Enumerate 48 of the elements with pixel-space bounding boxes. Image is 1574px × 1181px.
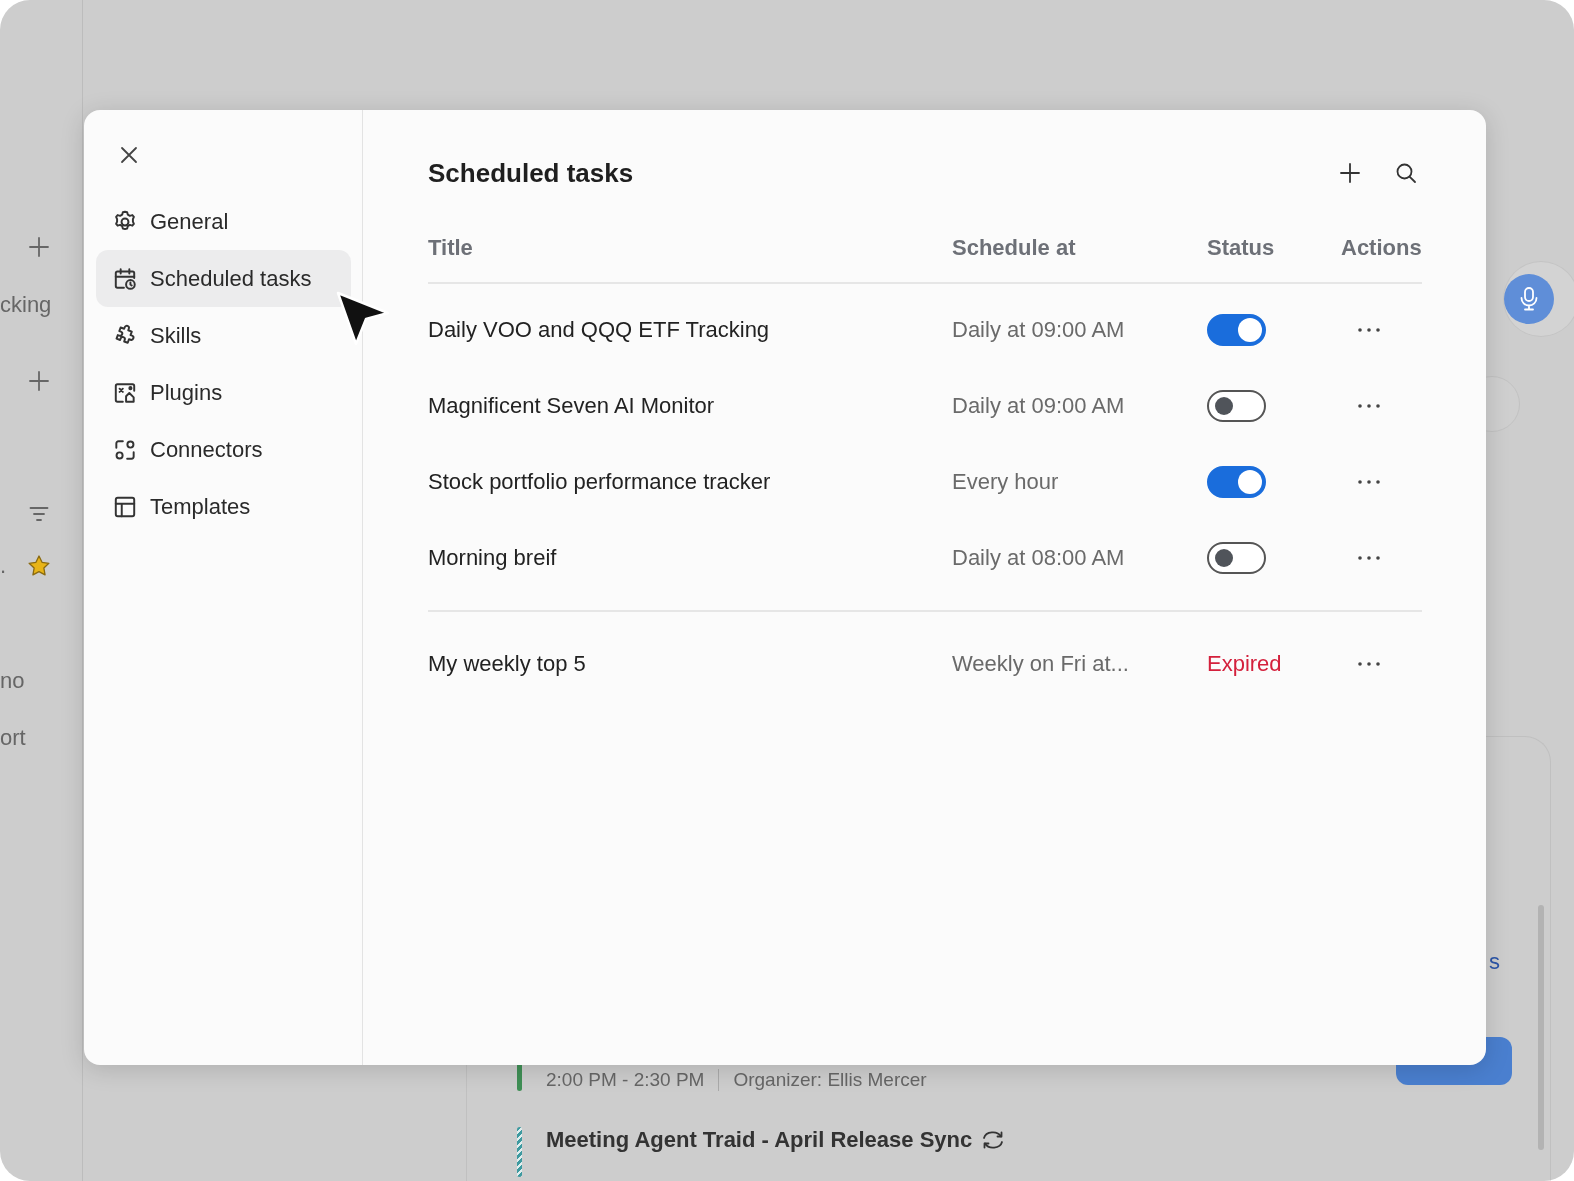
nav-item[interactable]: Plugins bbox=[96, 364, 351, 421]
more-icon bbox=[1357, 327, 1381, 333]
task-title: Daily VOO and QQQ ETF Tracking bbox=[428, 317, 771, 343]
close-icon bbox=[119, 145, 139, 165]
calendar-clock-icon bbox=[112, 265, 138, 292]
column-header: Schedule at bbox=[952, 234, 1077, 261]
schedule-text: Daily at 08:00 AM bbox=[952, 545, 1126, 571]
status-label: Expired bbox=[1207, 651, 1282, 677]
meeting-organizer: Organizer: Ellis Mercer bbox=[732, 1069, 927, 1091]
plus-icon[interactable] bbox=[27, 235, 51, 259]
nav-item[interactable]: General bbox=[96, 193, 351, 250]
meeting-time: 2:00 PM - 2:30 PM bbox=[546, 1069, 720, 1091]
scrollbar-thumb[interactable] bbox=[1538, 905, 1544, 1150]
toggle-switch[interactable] bbox=[1207, 466, 1266, 498]
meeting-title[interactable]: Meeting Agent Traid - April Release Sync bbox=[546, 1127, 973, 1153]
schedule-text: Every hour bbox=[952, 469, 1060, 495]
link[interactable]: s bbox=[1489, 949, 1500, 975]
task-title: Morning breif bbox=[428, 545, 558, 571]
item-label[interactable]: . bbox=[0, 553, 26, 579]
search-icon bbox=[1394, 161, 1418, 185]
plus-icon bbox=[1338, 161, 1362, 185]
task-title: My weekly top 5 bbox=[428, 651, 587, 677]
plus-icon[interactable] bbox=[27, 369, 51, 393]
nav-item[interactable]: Scheduled tasks bbox=[96, 250, 351, 307]
column-header: Status bbox=[1207, 234, 1276, 261]
mic-button[interactable] bbox=[1504, 274, 1554, 324]
schedule-text: Daily at 09:00 AM bbox=[952, 393, 1126, 419]
more-icon bbox=[1357, 661, 1381, 667]
page-title: Scheduled tasks bbox=[428, 157, 634, 189]
item-label[interactable]: cking bbox=[0, 292, 52, 318]
nav-item[interactable]: Connectors bbox=[96, 421, 351, 478]
microphone-icon bbox=[1518, 286, 1540, 312]
more-icon bbox=[1357, 479, 1381, 485]
column-header: Actions bbox=[1341, 234, 1422, 261]
more-icon bbox=[1357, 555, 1381, 561]
item-label[interactable]: ort bbox=[0, 725, 26, 751]
task-title: Magnificent Seven AI Monitor bbox=[428, 393, 716, 419]
more-icon bbox=[1357, 403, 1381, 409]
column-header: Title bbox=[428, 234, 474, 261]
toggle-switch[interactable] bbox=[1207, 314, 1266, 346]
toggle-switch[interactable] bbox=[1207, 390, 1266, 422]
nav-item[interactable]: Templates bbox=[96, 478, 351, 535]
item-label[interactable]: no bbox=[0, 668, 25, 694]
schedule-text: Daily at 09:00 AM bbox=[952, 317, 1126, 343]
schedule-text: Weekly on Fri at... bbox=[952, 651, 1130, 677]
nav-item[interactable]: Skills bbox=[96, 307, 351, 364]
task-title: Stock portfolio performance tracker bbox=[428, 469, 772, 495]
toggle-switch[interactable] bbox=[1207, 542, 1266, 574]
